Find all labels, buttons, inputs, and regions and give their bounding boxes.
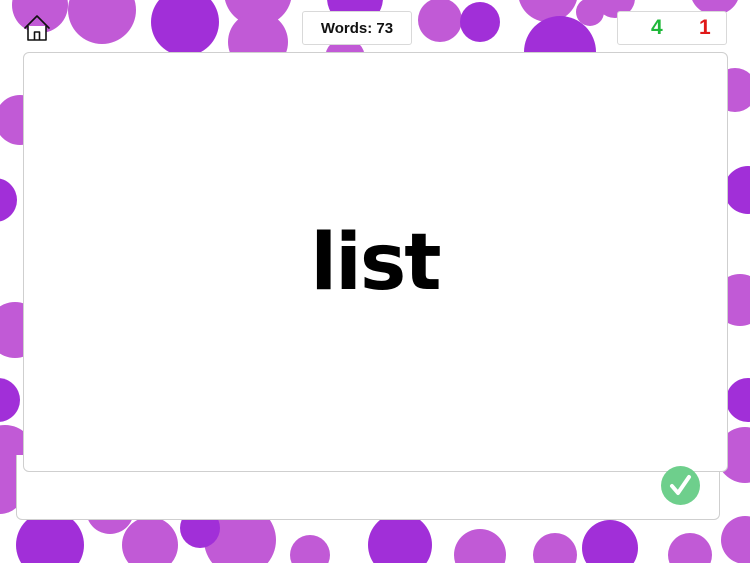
background-dot	[726, 378, 750, 422]
score-wrong: 1	[699, 16, 711, 39]
home-icon	[24, 15, 50, 41]
background-dot	[368, 513, 432, 563]
background-dot	[668, 533, 712, 563]
card-word: list	[310, 218, 441, 308]
background-dot	[0, 378, 20, 422]
background-dot	[290, 535, 330, 563]
check-button[interactable]	[661, 466, 700, 505]
words-counter: Words: 73	[302, 11, 412, 45]
background-dot	[151, 0, 219, 56]
background-dot	[533, 533, 577, 563]
background-dot	[454, 529, 506, 563]
background-dot	[721, 516, 750, 563]
background-dot	[122, 517, 178, 563]
background-dot	[418, 0, 462, 42]
score-correct: 4	[651, 16, 663, 39]
background-dot	[460, 2, 500, 42]
words-counter-label: Words: 73	[320, 19, 394, 37]
home-button[interactable]	[22, 13, 52, 43]
background-dot	[68, 0, 136, 44]
check-icon	[670, 475, 691, 495]
background-dot	[0, 178, 17, 222]
background-dot	[582, 520, 638, 563]
score-box: 4 1	[617, 11, 727, 45]
